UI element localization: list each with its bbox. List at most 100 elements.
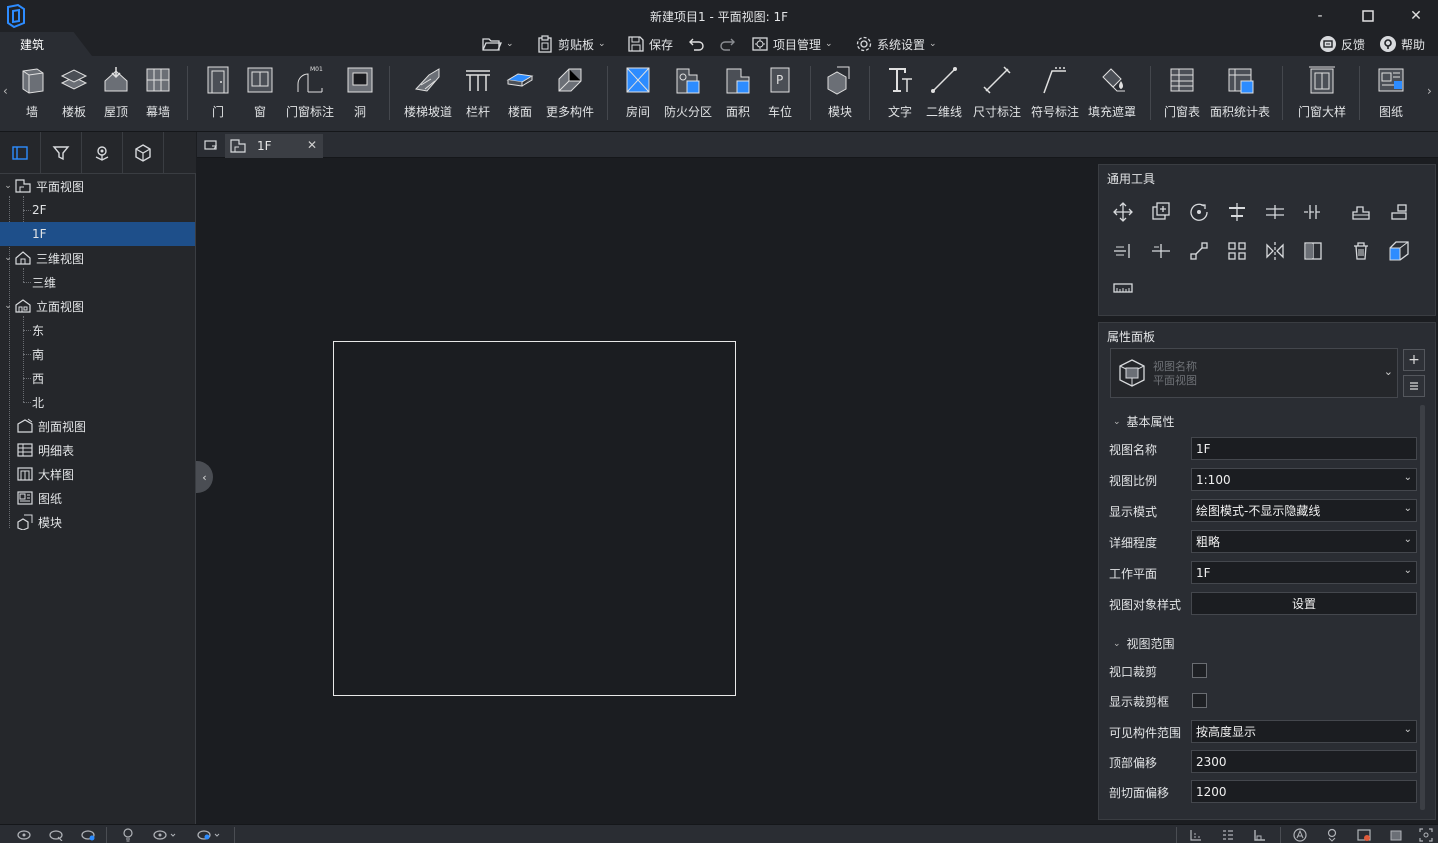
project-manage-button[interactable]: 项目管理 ⌄ <box>751 34 833 54</box>
properties-scrollbar[interactable] <box>1420 405 1425 810</box>
tree-node-plan-views[interactable]: ⌄ 平面视图 <box>0 174 195 198</box>
delete-tool-button[interactable] <box>1347 237 1375 265</box>
view-name-input[interactable]: 1F <box>1191 437 1417 460</box>
more-components-button[interactable]: 更多构件 <box>545 64 595 124</box>
show-crop-frame-checkbox[interactable] <box>1192 693 1207 708</box>
snap-button[interactable] <box>1188 828 1204 842</box>
view-tab-close-button[interactable]: ✕ <box>307 138 317 152</box>
layer-list-button[interactable] <box>1220 828 1236 842</box>
ribbon-tab-architecture[interactable]: 建筑 <box>0 32 92 56</box>
section-view-range[interactable]: ⌄ 视图范围 <box>1113 635 1175 652</box>
split-tool-button[interactable] <box>1299 198 1327 226</box>
align-tool-button[interactable] <box>1223 198 1251 226</box>
stair-ramp-button[interactable]: 楼梯坡道 <box>403 64 453 124</box>
minimize-button[interactable]: - <box>1303 4 1337 28</box>
area-stat-table-button[interactable]: 面积统计表 <box>1209 64 1271 124</box>
room-button[interactable]: 房间 <box>622 64 654 124</box>
window-button[interactable]: 窗 <box>244 64 276 124</box>
tree-node-section-views[interactable]: 剖面视图 <box>0 414 195 438</box>
offset-tool-button[interactable] <box>1261 198 1289 226</box>
help-button[interactable]: 帮助 <box>1379 34 1425 54</box>
tree-node-3d-views[interactable]: ⌄ 三维视图 <box>0 246 195 270</box>
roof-button[interactable]: 屋顶 <box>100 64 132 124</box>
view-object-style-button[interactable]: 设置 <box>1191 592 1417 615</box>
copy-tool-button[interactable] <box>1147 198 1175 226</box>
annotation-button[interactable] <box>1292 828 1308 842</box>
view-crop-region[interactable] <box>333 341 736 696</box>
extend-tool-button[interactable] <box>1147 237 1175 265</box>
fire-zone-button[interactable]: 防火分区 <box>664 64 712 124</box>
tree-node-plan-2f[interactable]: 2F <box>0 198 195 222</box>
add-view-type-button[interactable]: + <box>1403 349 1425 371</box>
door-window-schedule-button[interactable]: 门窗表 <box>1163 64 1201 124</box>
close-button[interactable]: ✕ <box>1399 4 1433 28</box>
rotate-tool-button[interactable] <box>1185 198 1213 226</box>
light-toggle-button[interactable] <box>120 828 136 842</box>
visible-range-select[interactable]: 按高度显示 ⌄ <box>1191 720 1417 743</box>
curtain-wall-button[interactable]: 幕墙 <box>142 64 174 124</box>
tree-node-elevation-north[interactable]: 北 <box>0 390 195 414</box>
save-button[interactable]: 保存 <box>627 34 673 54</box>
mirror-tool-button[interactable] <box>1261 237 1289 265</box>
maximize-button[interactable] <box>1351 4 1385 28</box>
viewport-crop-checkbox[interactable] <box>1192 663 1207 678</box>
view-type-selector[interactable]: 视图名称 平面视图 ⌄ <box>1110 348 1398 398</box>
view-display-button[interactable] <box>152 828 178 842</box>
chevron-down-icon[interactable]: ⌄ <box>2 253 14 263</box>
sheet-button[interactable]: 图纸 <box>1375 64 1407 124</box>
area-button[interactable]: 面积 <box>722 64 754 124</box>
tree-node-schedules[interactable]: 明细表 <box>0 438 195 462</box>
clipboard-button[interactable]: 剪贴板 ⌄ <box>536 34 606 54</box>
system-settings-button[interactable]: 系统设置 ⌄ <box>855 34 937 54</box>
trim-tool-button[interactable] <box>1109 237 1137 265</box>
fit-view-button[interactable] <box>1418 828 1434 842</box>
match-tool-button[interactable] <box>1385 198 1413 226</box>
open-button[interactable]: ⌄ <box>482 34 514 54</box>
parking-button[interactable]: P 车位 <box>764 64 796 124</box>
feedback-button[interactable]: 反馈 <box>1319 34 1365 54</box>
material-tool-button[interactable] <box>1385 237 1413 265</box>
tab-model[interactable] <box>123 132 164 174</box>
tab-views[interactable] <box>0 132 41 174</box>
door-window-tag-button[interactable]: M01 门窗标注 <box>286 64 334 124</box>
chevron-down-icon[interactable]: ⌄ <box>2 301 14 311</box>
floor-surface-button[interactable]: 楼面 <box>504 64 536 124</box>
tree-node-3d-default[interactable]: 三维 <box>0 270 195 294</box>
dimension-button[interactable]: 尺寸标注 <box>972 64 1022 124</box>
tree-node-detail-views[interactable]: 大样图 <box>0 462 195 486</box>
tree-node-plan-1f[interactable]: 1F <box>0 222 195 246</box>
chevron-down-icon[interactable]: ⌄ <box>2 181 14 191</box>
stretch-tool-button[interactable] <box>1185 237 1213 265</box>
2d-line-button[interactable]: 二维线 <box>924 64 964 124</box>
ribbon-scroll-right-button[interactable]: › <box>1427 84 1432 98</box>
array-tool-button[interactable] <box>1347 198 1375 226</box>
railing-button[interactable]: 栏杆 <box>462 64 494 124</box>
visibility-toggle-button[interactable] <box>16 828 32 842</box>
redo-button[interactable] <box>718 34 736 54</box>
tree-node-modules[interactable]: 模块 <box>0 510 195 534</box>
display-mode-select[interactable]: 绘图模式-不显示隐藏线 ⌄ <box>1191 499 1417 522</box>
isolate-element-button[interactable] <box>80 828 96 842</box>
text-button[interactable]: 文字 <box>884 64 916 124</box>
tree-node-elevation-views[interactable]: ⌄ 立面视图 <box>0 294 195 318</box>
temporary-hide-button[interactable] <box>196 828 222 842</box>
move-tool-button[interactable] <box>1109 198 1137 226</box>
cut-plane-offset-input[interactable]: 1200 <box>1191 780 1417 803</box>
view-tab-1f[interactable]: 1F ✕ <box>225 134 323 158</box>
view-scale-select[interactable]: 1:100 ⌄ <box>1191 468 1417 491</box>
tab-location[interactable] <box>82 132 123 174</box>
tree-node-elevation-east[interactable]: 东 <box>0 318 195 342</box>
module-button[interactable]: 模块 <box>824 64 856 124</box>
opening-button[interactable]: 洞 <box>344 64 376 124</box>
locate-button[interactable] <box>1324 828 1340 842</box>
section-basic-properties[interactable]: ⌄ 基本属性 <box>1113 413 1175 430</box>
group-tool-button[interactable] <box>1223 237 1251 265</box>
tree-node-elevation-west[interactable]: 西 <box>0 366 195 390</box>
hide-element-button[interactable] <box>48 828 64 842</box>
tree-node-elevation-south[interactable]: 南 <box>0 342 195 366</box>
wall-button[interactable]: 墙 <box>16 64 48 124</box>
shaded-mode-button[interactable] <box>1388 828 1404 842</box>
top-offset-input[interactable]: 2300 <box>1191 750 1417 773</box>
work-plane-select[interactable]: 1F ⌄ <box>1191 561 1417 584</box>
ribbon-scroll-left-button[interactable]: ‹ <box>3 84 8 98</box>
